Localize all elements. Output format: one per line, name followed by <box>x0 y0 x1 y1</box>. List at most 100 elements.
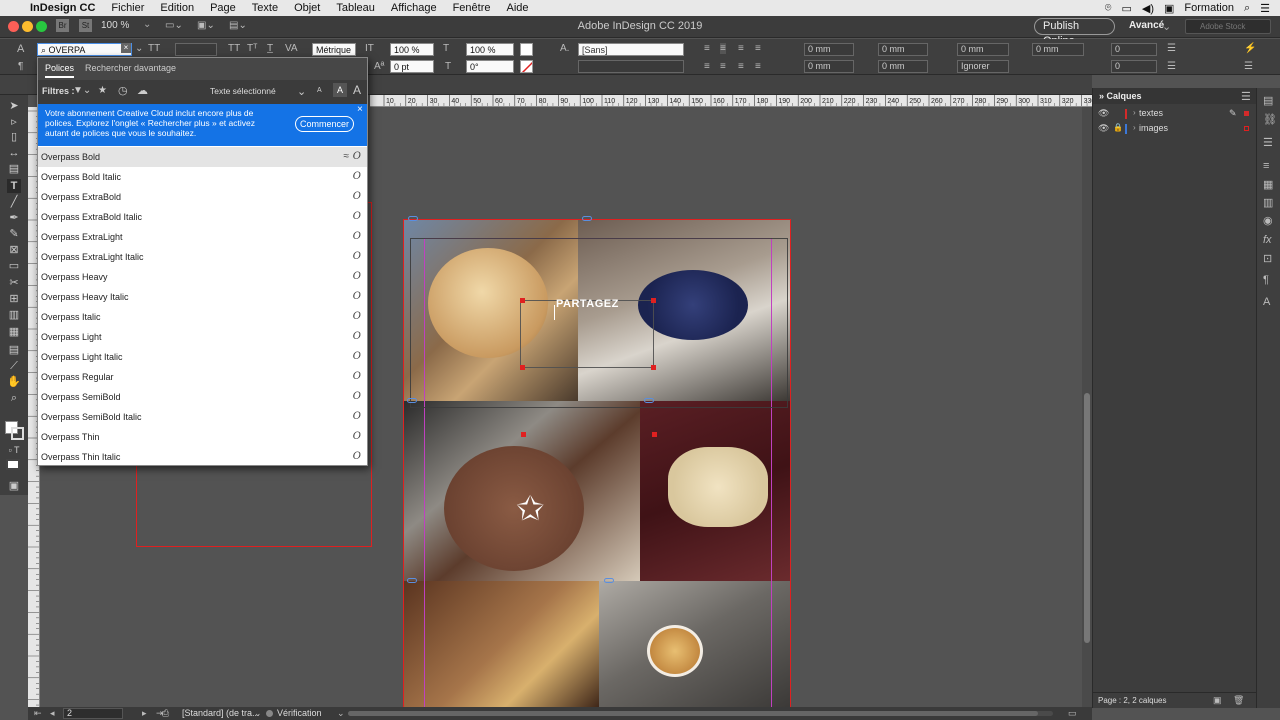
all-caps-icon[interactable]: TT <box>228 43 240 54</box>
prev-page-icon[interactable]: ◂ <box>50 708 55 719</box>
align-right-icon[interactable]: ≡ <box>738 43 744 54</box>
left-indent-field[interactable]: 0 mm <box>804 43 854 56</box>
justify-center-icon[interactable]: ≡ <box>720 61 726 72</box>
tab-polices[interactable]: Polices <box>45 63 75 78</box>
drop-cap-chars-field[interactable]: 0 <box>1111 60 1157 73</box>
clear-search-icon[interactable]: × <box>121 43 131 53</box>
color-panel-icon[interactable]: ◉ <box>1263 214 1273 227</box>
frame-handle[interactable] <box>651 365 656 370</box>
vertical-scrollbar[interactable] <box>1082 107 1092 707</box>
gradient-tool-icon[interactable]: ▥ <box>7 308 21 322</box>
drop-cap-lines-field[interactable]: 0 <box>1111 43 1157 56</box>
zoom-chevron-icon[interactable]: ⌄ <box>143 19 151 30</box>
similar-fonts-icon[interactable]: ☁ <box>137 84 148 97</box>
page-frame-right[interactable]: ✩ PARTAGEZ <box>403 219 791 709</box>
menu-list-icon[interactable]: ☰ <box>1260 2 1270 15</box>
page-tool-icon[interactable]: ▯ <box>7 130 21 144</box>
overlay-title-text[interactable]: PARTAGEZ <box>556 298 619 310</box>
photo-kneading[interactable] <box>640 401 790 581</box>
font-list-item[interactable]: Overpass Bold ≈ O <box>38 147 367 167</box>
menu-affichage[interactable]: Affichage <box>383 2 445 14</box>
fill-swatch[interactable] <box>520 43 533 56</box>
workspace-switcher[interactable]: Avancé <box>1129 20 1164 31</box>
selected-text-frame[interactable] <box>520 300 654 368</box>
favorites-star-icon[interactable]: ★ <box>98 85 107 96</box>
lock-icon[interactable]: 🔒 <box>1113 123 1123 132</box>
zoom-tool-icon[interactable]: ⌕ <box>7 391 21 405</box>
gap-tool-icon[interactable]: ↔ <box>7 146 21 160</box>
pen-tool-icon[interactable]: ✒ <box>7 211 21 225</box>
bullets-icon[interactable]: ☰ <box>1167 43 1176 54</box>
para-style-select[interactable] <box>578 60 684 73</box>
page-number-field[interactable]: 2 <box>63 708 123 719</box>
justify-left-icon[interactable]: ≡ <box>704 61 710 72</box>
photo-muffin[interactable] <box>599 581 790 708</box>
content-grabber[interactable] <box>644 398 654 403</box>
char-styles-panel-icon[interactable]: A <box>1263 296 1270 308</box>
open-page-icon[interactable]: ⎙ <box>162 708 169 719</box>
pages-panel-icon[interactable]: ▤ <box>1263 94 1273 107</box>
layers-panel-menu-icon[interactable]: ☰ <box>1241 90 1251 103</box>
style-chevron-icon[interactable]: ⌄ <box>254 708 262 719</box>
small-sample-icon[interactable]: A <box>317 87 322 94</box>
menu-fenetre[interactable]: Fenêtre <box>445 2 499 14</box>
content-grabber[interactable] <box>407 398 417 403</box>
note-tool-icon[interactable]: ▤ <box>7 343 21 357</box>
close-window-button[interactable] <box>8 21 19 32</box>
stroke-color-swatch[interactable] <box>11 427 24 440</box>
font-list-item[interactable]: Overpass ExtraBold Italic O <box>38 207 367 227</box>
effects-panel-icon[interactable]: fx <box>1263 234 1272 246</box>
para-format-icon[interactable]: ¶ <box>18 61 23 72</box>
text-wrap-panel-icon[interactable]: ⊡ <box>1263 252 1272 265</box>
type-tool-icon[interactable]: T <box>7 179 21 193</box>
commencer-button[interactable]: Commencer <box>295 116 354 132</box>
expand-layer-icon[interactable]: › <box>1133 123 1136 132</box>
font-list-item[interactable]: Overpass ExtraLight Italic O <box>38 247 367 267</box>
numbering-icon[interactable]: ☰ <box>1167 61 1176 72</box>
search-icon[interactable]: ⌕ <box>1244 2 1250 15</box>
gradient-panel-icon[interactable]: ▥ <box>1263 196 1273 209</box>
font-list-item[interactable]: Overpass Heavy O <box>38 267 367 287</box>
recent-clock-icon[interactable]: ◷ <box>118 84 128 97</box>
links-panel-icon[interactable]: ⛓ <box>1263 113 1277 126</box>
font-list-item[interactable]: Overpass ExtraBold O <box>38 187 367 207</box>
frame-handle[interactable] <box>520 365 525 370</box>
swatches-panel-icon[interactable]: ▦ <box>1263 178 1273 191</box>
font-list-item[interactable]: Overpass Bold Italic O <box>38 167 367 187</box>
layer-name[interactable]: textes <box>1139 108 1163 118</box>
font-list-item[interactable]: Overpass SemiBold O <box>38 387 367 407</box>
layer-selection-square[interactable] <box>1244 111 1249 116</box>
next-page-icon[interactable]: ▸ <box>142 708 147 719</box>
justify-right-icon[interactable]: ≡ <box>738 61 744 72</box>
eyedropper-tool-icon[interactable]: ⟋ <box>7 359 21 373</box>
menu-texte[interactable]: Texte <box>244 2 286 14</box>
volume-icon[interactable]: ◀) <box>1142 2 1154 15</box>
frame-handle[interactable] <box>520 298 525 303</box>
font-list-item[interactable]: Overpass Regular O <box>38 367 367 387</box>
quick-apply-icon[interactable]: ⚡ <box>1244 43 1256 54</box>
font-list-item[interactable]: Overpass ExtraLight O <box>38 227 367 247</box>
screen-mode-normal-icon[interactable]: ▣ <box>7 479 21 493</box>
visibility-eye-icon[interactable]: 👁 <box>1098 123 1109 134</box>
content-grabber[interactable] <box>407 578 417 583</box>
first-line-indent-field[interactable]: 0 mm <box>878 43 928 56</box>
layer-row-textes[interactable]: 👁 › textes ✎ <box>1093 107 1257 121</box>
stock-search-input[interactable]: Adobe Stock <box>1185 19 1271 34</box>
gradient-feather-tool-icon[interactable]: ▦ <box>7 325 21 339</box>
layer-name[interactable]: images <box>1139 123 1168 133</box>
pencil-tool-icon[interactable]: ✎ <box>7 227 21 241</box>
sample-text-select[interactable]: Texte sélectionné <box>210 86 276 96</box>
zoom-level[interactable]: 100 % <box>101 20 129 31</box>
char-format-icon[interactable]: A <box>17 43 24 55</box>
layer-row-images[interactable]: 👁 🔒 › images <box>1093 122 1257 136</box>
superscript-icon[interactable]: Tᵀ <box>247 43 257 54</box>
workspace-chevron-icon[interactable]: ⌄ <box>1162 20 1171 33</box>
font-list-item[interactable]: Overpass Thin Italic O <box>38 447 367 467</box>
font-list-item[interactable]: Overpass Light Italic O <box>38 347 367 367</box>
frame-handle[interactable] <box>652 432 657 437</box>
apply-color-icon[interactable] <box>6 459 20 470</box>
underline-icon[interactable]: T̲ <box>267 43 273 54</box>
frame-handle[interactable] <box>521 432 526 437</box>
content-grabber[interactable] <box>582 216 592 221</box>
horizontal-scrollbar[interactable] <box>348 711 1053 716</box>
